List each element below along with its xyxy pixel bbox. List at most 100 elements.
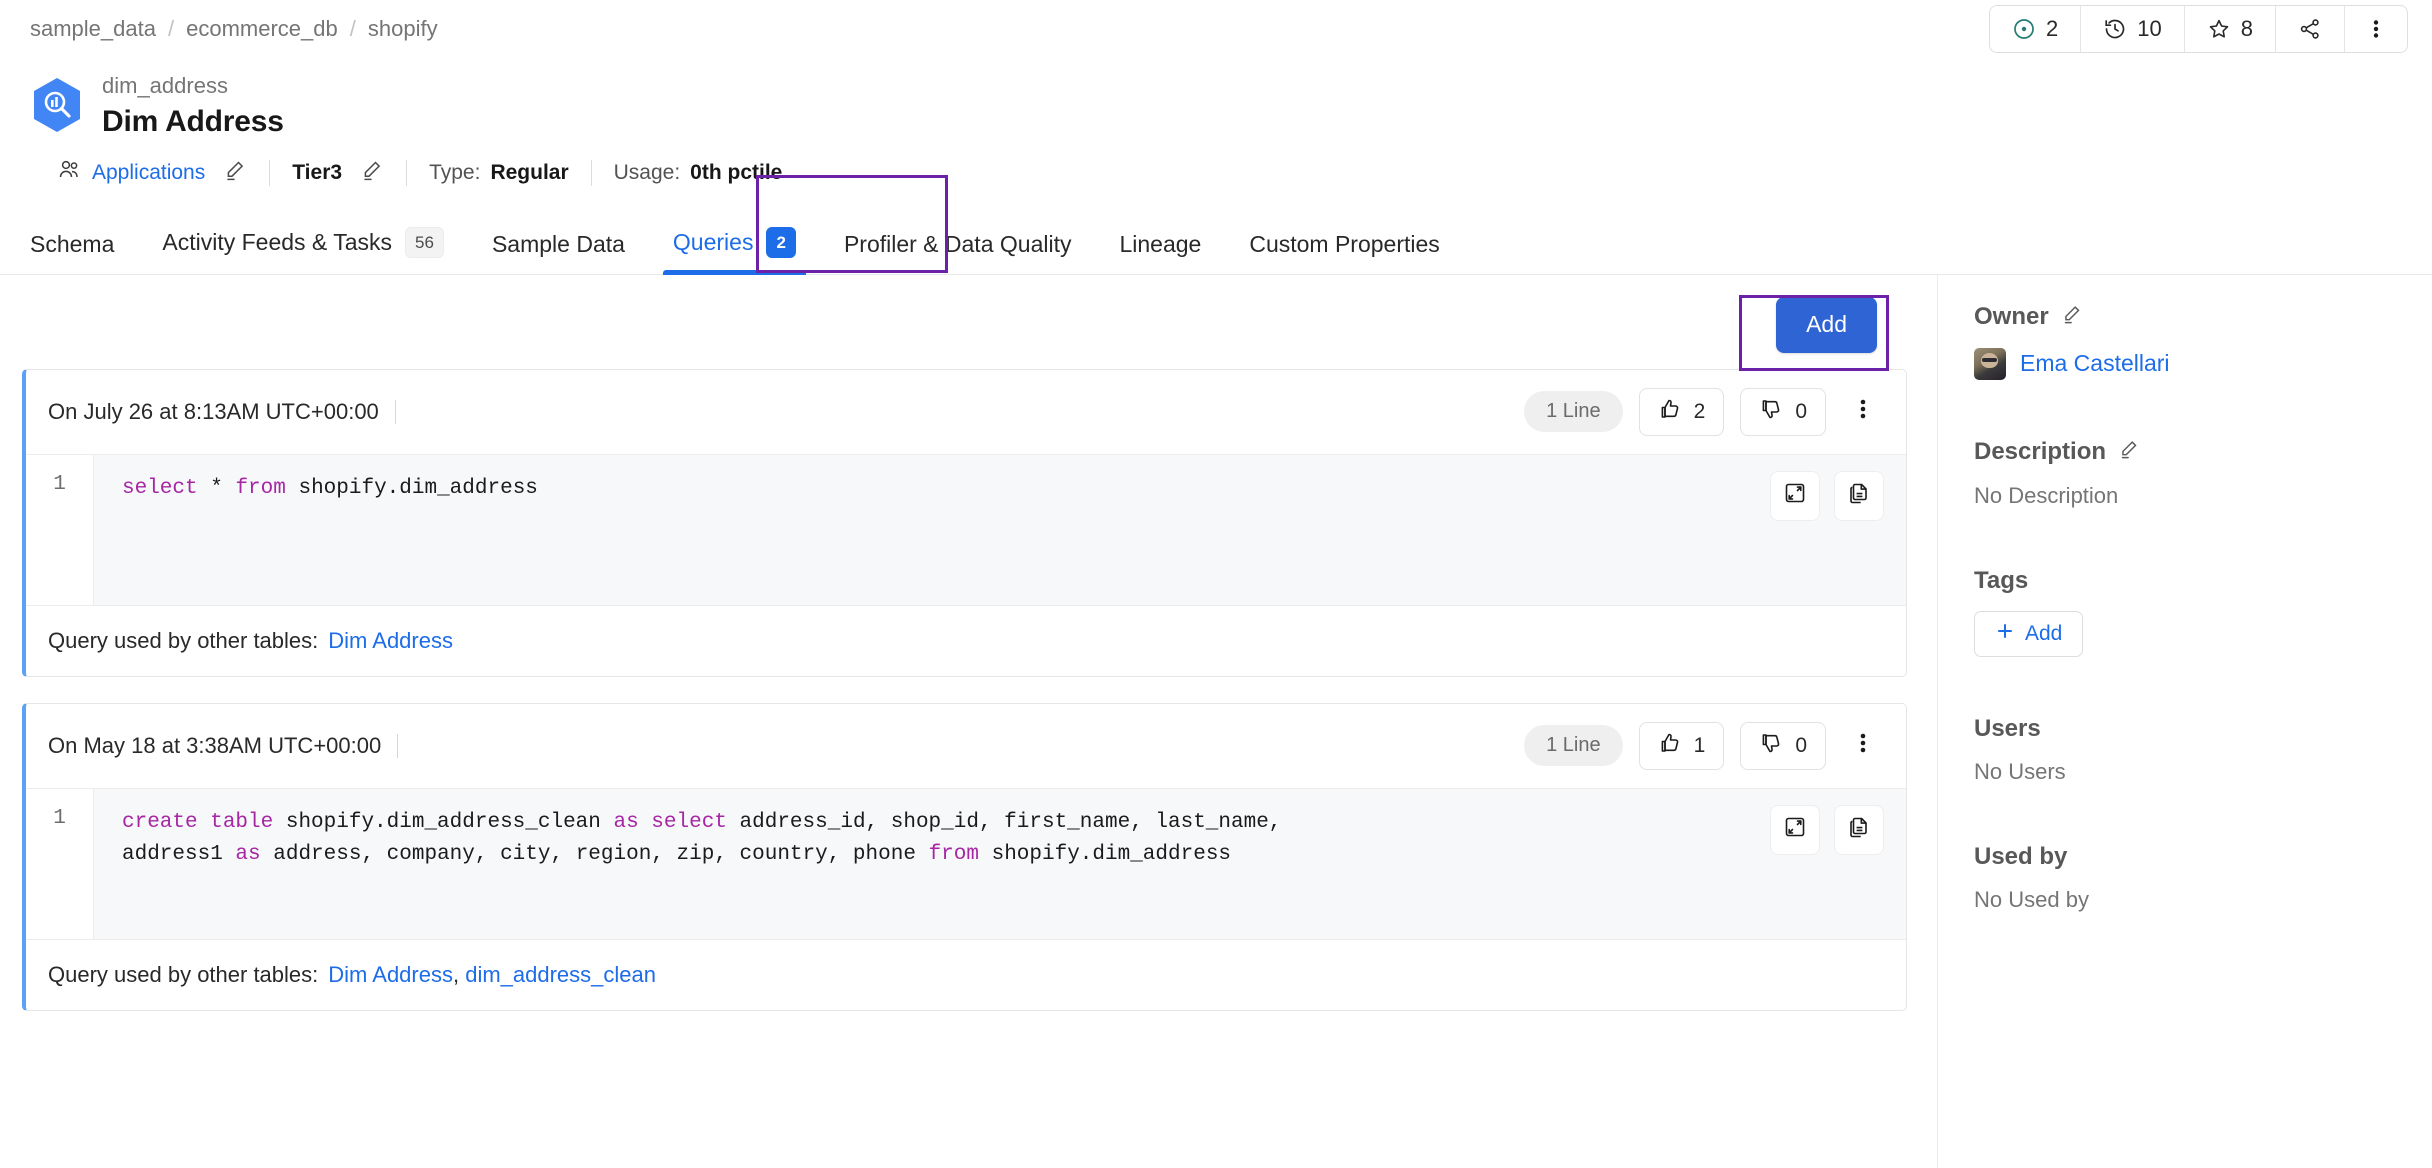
add-tag-button[interactable]: Add (1974, 610, 2084, 657)
edit-description-pencil-icon[interactable] (2118, 438, 2140, 467)
more-options-button[interactable] (2345, 6, 2407, 52)
code-tool-buttons (1770, 470, 1884, 521)
tags-section: Tags Add (1974, 567, 2432, 657)
upvote-button[interactable]: 2 (1638, 387, 1725, 436)
used-by-section: Used by No Used by (1974, 843, 2432, 913)
owner-link[interactable]: Applications (92, 161, 205, 185)
tier-value: Tier3 (292, 160, 343, 184)
page-title: Dim Address (102, 104, 284, 138)
thumbs-up-icon (1658, 397, 1682, 427)
used-by-link[interactable]: Dim Address (328, 628, 453, 654)
tab-queries[interactable]: Queries 2 (649, 226, 820, 275)
query-more-options-button[interactable] (1842, 396, 1884, 427)
expand-icon (1783, 481, 1807, 510)
query-code-area: 1 create table shopify.dim_address_clean… (26, 788, 1906, 939)
tags-section-title: Tags (1974, 566, 2029, 594)
divider (397, 733, 399, 758)
upvote-count: 1 (1693, 733, 1706, 757)
add-tag-label: Add (2025, 621, 2063, 645)
usage-meta: Usage: 0th pctile (614, 161, 783, 185)
description-section-title-row: Description (1974, 438, 2432, 467)
query-more-options-button[interactable] (1842, 730, 1884, 761)
announcement-button[interactable]: 2 (1990, 5, 2082, 52)
share-button[interactable] (2276, 5, 2345, 52)
query-date: On July 26 at 8:13AM UTC+00:00 (48, 398, 379, 424)
code-line-number: 1 (26, 788, 94, 939)
tab-activity-feeds-tasks[interactable]: Activity Feeds & Tasks 56 (138, 226, 468, 274)
edit-owner-pencil-icon[interactable] (2061, 303, 2083, 332)
top-bar: sample_data / ecommerce_db / shopify 2 1… (0, 0, 2432, 58)
usage-label: Usage: (613, 160, 681, 184)
entity-details-sidebar: Owner Ema Castellari Description No Desc… (1937, 274, 2432, 1168)
description-section-title: Description (1974, 438, 2107, 465)
tab-label: Activity Feeds & Tasks (162, 228, 393, 255)
breadcrumb-separator: / (349, 15, 356, 41)
query-sql-code[interactable]: create table shopify.dim_address_clean a… (94, 789, 1906, 939)
tab-schema[interactable]: Schema (30, 231, 138, 274)
copy-query-button[interactable] (1834, 804, 1884, 855)
type-meta: Type: Regular (429, 161, 569, 185)
expand-icon (1783, 815, 1807, 844)
line-count-badge: 1 Line (1524, 725, 1623, 766)
expand-query-button[interactable] (1770, 470, 1820, 521)
follow-button[interactable]: 8 (2185, 5, 2276, 52)
entity-fqn: dim_address (102, 73, 228, 98)
users-value: No Users (1974, 758, 2066, 784)
follower-count: 8 (2240, 15, 2253, 41)
breadcrumb-separator: / (167, 15, 175, 41)
tab-custom-properties[interactable]: Custom Properties (1225, 231, 1463, 274)
used-by-link[interactable]: Dim Address (328, 962, 453, 987)
copy-query-button[interactable] (1834, 470, 1884, 521)
thumbs-down-icon (1759, 397, 1783, 427)
owner-section-title-row: Owner (1974, 303, 2432, 332)
query-card-actions: 1 Line 1 0 (1524, 721, 1884, 770)
query-used-by-footer: Query used by other tables: Dim Address (26, 604, 1906, 676)
copy-icon (1847, 481, 1871, 510)
tab-lineage[interactable]: Lineage (1095, 231, 1225, 274)
used-by-value: No Used by (1974, 886, 2089, 912)
tab-bar: Schema Activity Feeds & Tasks 56 Sample … (0, 174, 2432, 275)
divider (394, 399, 396, 424)
used-by-section-title: Used by (1974, 842, 2068, 870)
query-used-by-footer: Query used by other tables: Dim Address,… (26, 938, 1906, 1010)
downvote-button[interactable]: 0 (1740, 387, 1826, 436)
used-by-link[interactable]: dim_address_clean (465, 962, 656, 987)
tab-label: Profiler & Data Quality (843, 230, 1072, 257)
add-query-button[interactable]: Add (1776, 296, 1877, 353)
upvote-button[interactable]: 1 (1638, 721, 1725, 770)
announcement-count: 2 (2046, 15, 2059, 41)
used-by-label: Query used by other tables: (48, 961, 319, 987)
owner-name-link[interactable]: Ema Castellari (2020, 350, 2170, 377)
version-count: 10 (2137, 15, 2162, 41)
query-sql-code[interactable]: select * from shopify.dim_address (94, 455, 1906, 605)
edit-owner-pencil-icon[interactable] (223, 158, 247, 188)
version-history-button[interactable]: 10 (2081, 5, 2185, 52)
tab-label: Lineage (1119, 230, 1202, 257)
type-label: Type: (429, 160, 481, 184)
type-value: Regular (490, 160, 569, 184)
history-icon (2103, 17, 2127, 41)
upvote-count: 2 (1693, 399, 1706, 423)
expand-query-button[interactable] (1770, 804, 1820, 855)
users-section-title: Users (1974, 714, 2041, 742)
tab-label: Queries (672, 228, 754, 255)
downvote-count: 0 (1795, 399, 1807, 423)
breadcrumb: sample_data / ecommerce_db / shopify (30, 16, 438, 42)
team-icon (56, 157, 82, 189)
used-by-label: Query used by other tables: (48, 627, 319, 653)
add-query-row: Add (22, 294, 1907, 371)
usage-value: 0th pctile (690, 160, 783, 184)
downvote-button[interactable]: 0 (1740, 721, 1826, 770)
tab-count-badge: 56 (405, 226, 444, 258)
breadcrumb-item-2[interactable]: shopify (368, 16, 438, 42)
meta-divider (590, 159, 592, 186)
tab-profiler-data-quality[interactable]: Profiler & Data Quality (820, 231, 1096, 274)
description-value: No Description (1974, 482, 2119, 508)
breadcrumb-item-1[interactable]: ecommerce_db (186, 16, 338, 42)
owner-value-row[interactable]: Ema Castellari (1974, 347, 2432, 380)
breadcrumb-item-0[interactable]: sample_data (30, 16, 156, 42)
tab-sample-data[interactable]: Sample Data (468, 231, 649, 274)
plus-icon (1995, 621, 2015, 647)
owner-meta[interactable]: Applications (56, 157, 205, 189)
edit-tier-pencil-icon[interactable] (360, 158, 384, 188)
